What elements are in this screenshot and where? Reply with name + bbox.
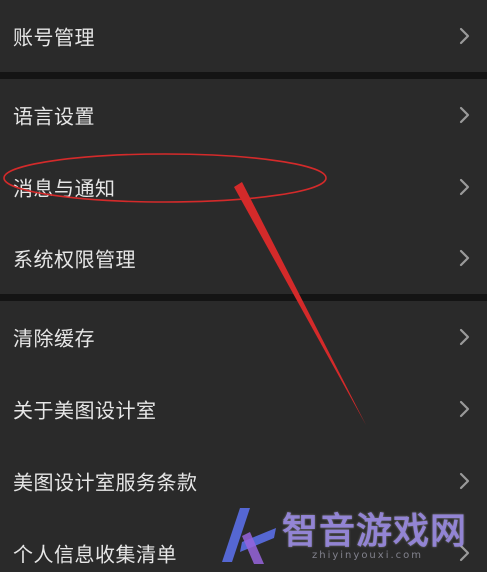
settings-item-language[interactable]: 语言设置 bbox=[0, 79, 487, 151]
settings-item-notifications[interactable]: 消息与通知 bbox=[0, 151, 487, 223]
chevron-right-icon bbox=[459, 178, 470, 196]
settings-screen: 账号管理 语言设置 消息与通知 系统权限管理 清除缓存 关于美图设计室 美图设计… bbox=[0, 0, 487, 572]
settings-item-label: 清除缓存 bbox=[13, 326, 95, 351]
settings-item-label: 账号管理 bbox=[13, 25, 95, 50]
chevron-right-icon bbox=[459, 328, 470, 346]
chevron-right-icon bbox=[459, 27, 470, 45]
settings-item-terms-of-service[interactable]: 美图设计室服务条款 bbox=[0, 445, 487, 517]
settings-item-account[interactable]: 账号管理 bbox=[0, 0, 487, 72]
settings-item-system-permissions[interactable]: 系统权限管理 bbox=[0, 222, 487, 294]
chevron-right-icon bbox=[459, 472, 470, 490]
settings-item-clear-cache[interactable]: 清除缓存 bbox=[0, 301, 487, 373]
settings-item-personal-info-list[interactable]: 个人信息收集清单 bbox=[0, 517, 487, 572]
section-divider bbox=[0, 294, 487, 301]
chevron-right-icon bbox=[459, 400, 470, 418]
section-divider bbox=[0, 72, 487, 79]
chevron-right-icon bbox=[459, 106, 470, 124]
chevron-right-icon bbox=[459, 544, 470, 562]
chevron-right-icon bbox=[459, 249, 470, 267]
settings-item-label: 个人信息收集清单 bbox=[13, 542, 177, 567]
settings-item-label: 关于美图设计室 bbox=[13, 398, 157, 423]
settings-item-label: 美图设计室服务条款 bbox=[13, 470, 198, 495]
settings-item-label: 系统权限管理 bbox=[13, 247, 136, 272]
settings-item-about[interactable]: 关于美图设计室 bbox=[0, 373, 487, 445]
settings-item-label: 语言设置 bbox=[13, 104, 95, 129]
settings-item-label: 消息与通知 bbox=[13, 176, 116, 201]
